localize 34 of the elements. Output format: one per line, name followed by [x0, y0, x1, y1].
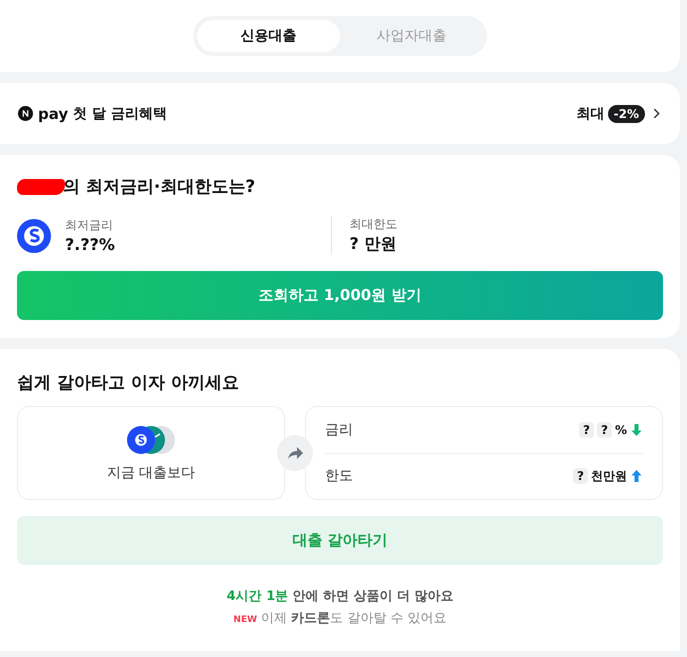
- refinance-button[interactable]: 대출 갈아타기: [17, 516, 663, 565]
- promo-prefix: 최대: [576, 104, 605, 122]
- notice-text: 이제 카드론도 갈아탈 수 있어요: [261, 610, 447, 627]
- bank-logo-icon: [17, 218, 51, 252]
- promo-text: 첫 달 금리혜택: [73, 104, 167, 122]
- stat-label: 최대한도: [350, 216, 398, 233]
- hidden-digit: ?: [573, 468, 588, 484]
- brand-text: pay: [38, 104, 68, 122]
- current-loan-label: 지금 대출보다: [106, 464, 196, 482]
- arrow-down-icon: [630, 422, 643, 437]
- n-logo-icon: [18, 106, 33, 121]
- card-title: 의 최저금리·최대한도는?: [63, 176, 256, 198]
- inquiry-button[interactable]: 조회하고 1,000원 받기: [17, 271, 663, 320]
- stat-label: 최저금리: [65, 217, 114, 234]
- bank-logos-icon: [125, 424, 177, 456]
- unit-text: %: [614, 422, 627, 437]
- redaction-mark: [17, 178, 65, 194]
- chevron-right-icon: [653, 108, 660, 119]
- comparison-label: 한도: [325, 467, 353, 486]
- tab[interactable]: 신용대출: [197, 20, 340, 52]
- hidden-digit: ?: [597, 422, 612, 438]
- stat-value: ?.??%: [65, 235, 115, 254]
- hidden-digit: ?: [579, 422, 594, 438]
- comparison-label: 금리: [325, 420, 353, 439]
- arrow-up-icon: [630, 469, 643, 484]
- countdown-text: 4시간 1분: [226, 588, 288, 605]
- tab[interactable]: 사업자대출: [340, 20, 483, 52]
- unit-text: 천만원: [591, 468, 627, 485]
- new-label: NEW: [233, 615, 258, 625]
- notice-text: 안에 하면 상품이 더 많아요: [292, 588, 454, 605]
- stat-value: ? 만원: [350, 234, 398, 255]
- promo-banner[interactable]: pay 첫 달 금리혜택 최대 -2%: [0, 83, 680, 144]
- card-title: 쉽게 갈아타고 이자 아끼세요: [17, 372, 240, 394]
- discount-badge: -2%: [608, 104, 645, 122]
